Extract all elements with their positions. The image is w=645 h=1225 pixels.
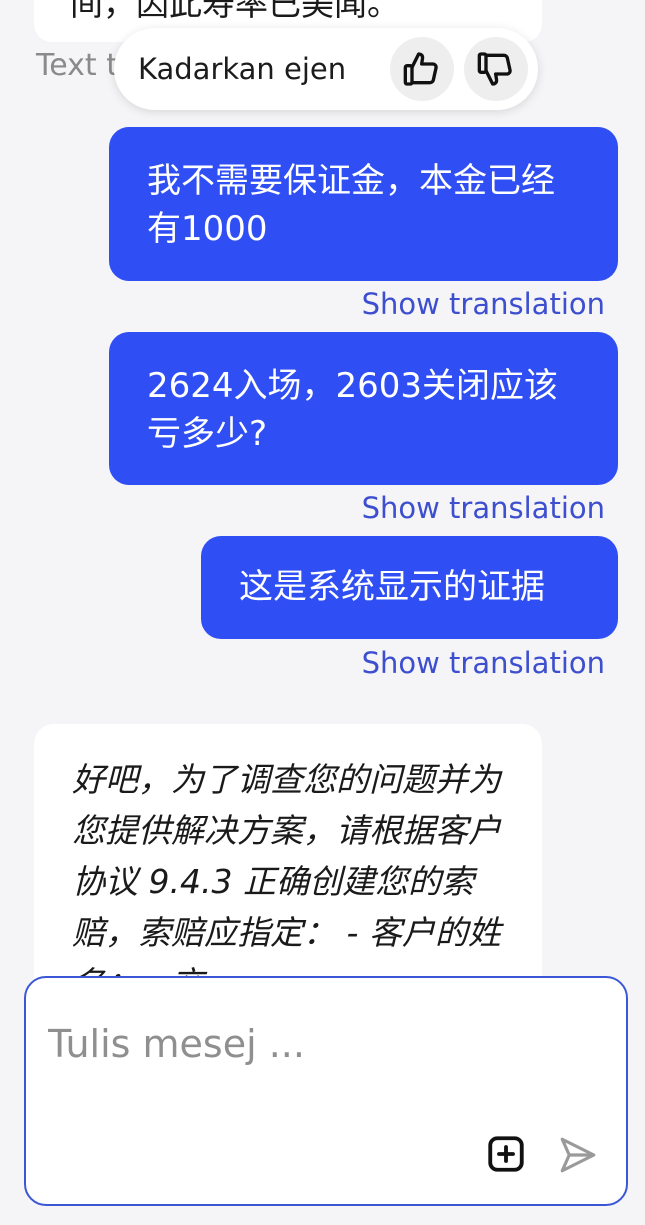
show-translation-link[interactable]: Show translation: [362, 286, 605, 322]
agent-message-bubble: 好吧，为了调查您的问题并为您提供解决方案，请根据客户协议 9.4.3 正确创建您…: [34, 724, 542, 1014]
rate-agent-popover: Kadarkan ejen: [114, 28, 538, 110]
send-button[interactable]: [554, 1132, 602, 1178]
agent-message-partial-text: 间，因此寿率已美闻。: [70, 0, 400, 23]
send-icon: [560, 1137, 596, 1173]
user-message-bubble: 2624入场，2603关闭应该亏多少?: [109, 332, 618, 485]
plus-square-icon: [488, 1136, 524, 1172]
user-message-bubble: 我不需要保证金，本金已经有1000: [109, 127, 618, 281]
agent-message-text: 好吧，为了调查您的问题并为您提供解决方案，请根据客户协议 9.4.3 正确创建您…: [72, 760, 501, 1003]
attach-button[interactable]: [484, 1132, 528, 1176]
user-message-text: 2624入场，2603关闭应该亏多少?: [147, 366, 559, 454]
rate-agent-label: Kadarkan ejen: [138, 52, 347, 86]
user-message-text: 这是系统显示的证据: [239, 567, 545, 607]
thumbs-up-icon: [403, 52, 438, 86]
chat-screen: 间，因此寿率已美闻。 Text t Kadarkan ejen 我不需要保证金，…: [0, 0, 645, 1225]
thumbs-down-icon: [477, 52, 512, 86]
message-input[interactable]: [48, 1014, 588, 1074]
message-caption: Text t: [36, 48, 118, 83]
show-translation-link[interactable]: Show translation: [362, 490, 605, 526]
show-translation-link[interactable]: Show translation: [362, 645, 605, 681]
user-message-bubble: 这是系统显示的证据: [201, 536, 618, 639]
user-message-text: 我不需要保证金，本金已经有1000: [147, 161, 555, 249]
thumbs-up-button[interactable]: [390, 37, 454, 101]
message-composer: [24, 976, 628, 1206]
thumbs-down-button[interactable]: [464, 37, 528, 101]
